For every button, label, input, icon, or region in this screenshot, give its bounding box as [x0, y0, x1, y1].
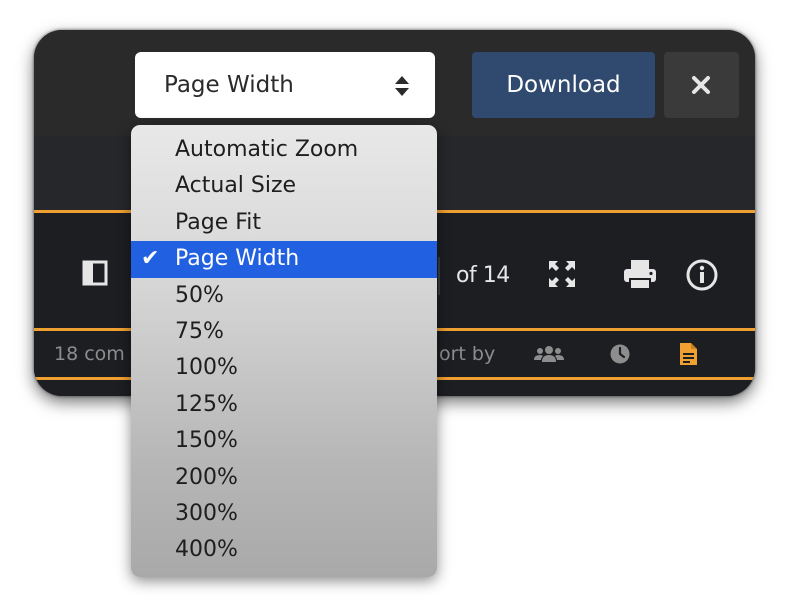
top-toolbar: Page Width Download [34, 30, 755, 136]
zoom-option-page-width[interactable]: ✔ Page Width [131, 241, 437, 278]
zoom-option-300[interactable]: 300% [131, 496, 437, 532]
zoom-option-50[interactable]: 50% [131, 278, 437, 314]
zoom-option-100[interactable]: 100% [131, 350, 437, 386]
document-icon[interactable] [680, 343, 697, 365]
zoom-option-automatic-zoom[interactable]: Automatic Zoom [131, 132, 437, 168]
info-icon[interactable] [686, 259, 718, 291]
zoom-option-150[interactable]: 150% [131, 423, 437, 459]
zoom-option-page-fit[interactable]: Page Fit [131, 205, 437, 241]
zoom-dropdown-menu: Automatic Zoom Actual Size Page Fit ✔ Pag… [131, 125, 437, 577]
page-number-divider [438, 257, 440, 295]
checkmark-icon: ✔ [141, 246, 160, 272]
zoom-select-value: Page Width [164, 72, 294, 98]
zoom-option-400[interactable]: 400% [131, 532, 437, 568]
download-button[interactable]: Download [472, 52, 655, 118]
comment-count: 18 com [54, 343, 125, 365]
zoom-option-actual-size[interactable]: Actual Size [131, 168, 437, 204]
zoom-select[interactable]: Page Width [135, 52, 435, 118]
fullscreen-icon[interactable] [547, 259, 577, 289]
zoom-option-125[interactable]: 125% [131, 387, 437, 423]
close-button[interactable] [664, 52, 739, 118]
zoom-option-75[interactable]: 75% [131, 314, 437, 350]
people-icon[interactable] [534, 345, 564, 363]
sidebar-toggle-icon[interactable] [82, 260, 108, 286]
zoom-option-200[interactable]: 200% [131, 460, 437, 496]
close-icon [692, 76, 710, 94]
select-arrows-icon [395, 76, 409, 96]
clock-icon[interactable] [610, 344, 630, 364]
sort-by-label: ort by [439, 343, 496, 365]
page-count-label: of 14 [456, 263, 510, 288]
print-icon[interactable] [623, 259, 657, 289]
